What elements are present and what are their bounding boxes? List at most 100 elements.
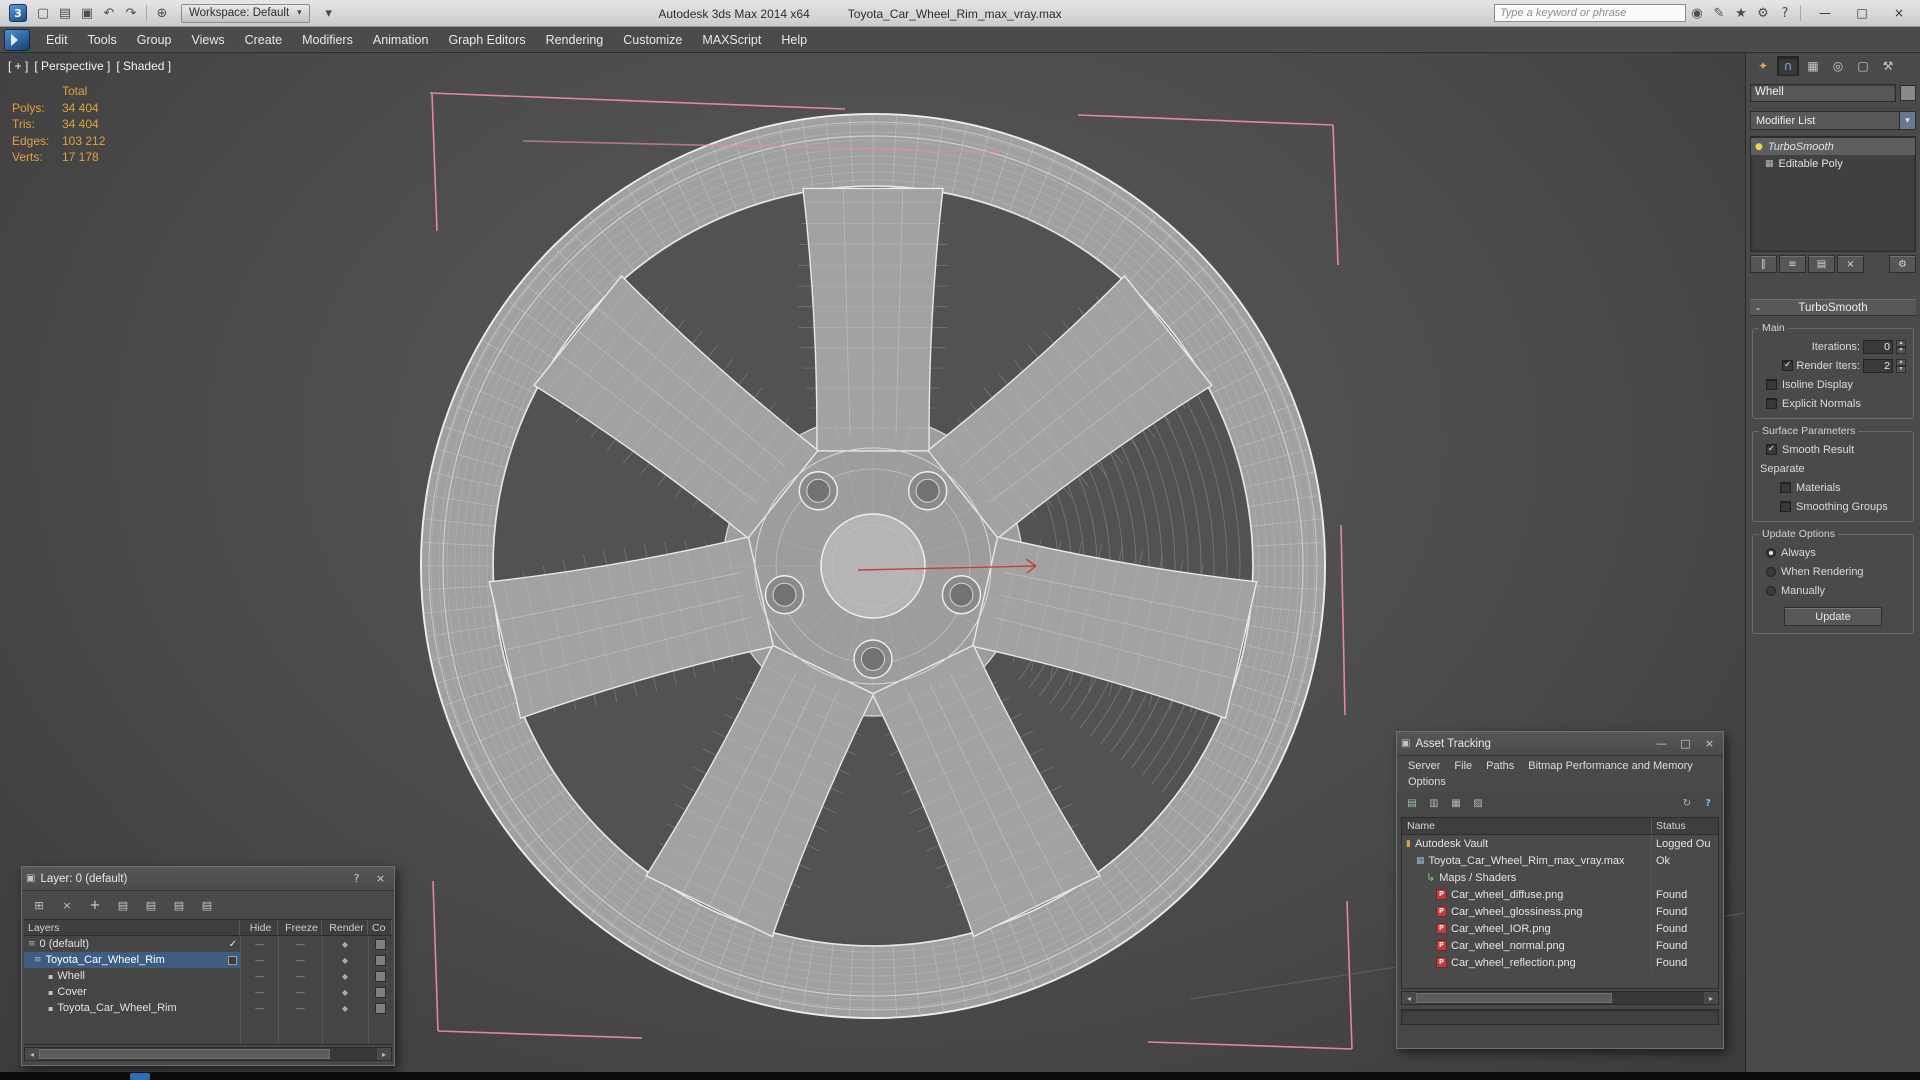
freeze-toggle[interactable]: ----- xyxy=(296,940,305,949)
render-iters-checkbox[interactable]: ✓ xyxy=(1782,360,1794,371)
modifier-editable-poly[interactable]: ▦ Editable Poly xyxy=(1751,155,1915,172)
freeze-toggle[interactable]: ----- xyxy=(296,988,305,997)
favorites-star-icon[interactable]: ★ xyxy=(1731,3,1751,23)
column-render[interactable]: Render xyxy=(322,920,368,935)
scroll-track[interactable] xyxy=(39,1048,377,1060)
freeze-toggle[interactable]: ----- xyxy=(296,956,305,965)
smoothing-groups-checkbox[interactable]: ✓ xyxy=(1780,501,1791,512)
minimize-button[interactable]: — xyxy=(1808,3,1842,24)
menu-options[interactable]: Options xyxy=(1401,774,1453,790)
layer-dialog-titlebar[interactable]: ▣ Layer: 0 (default) ? × xyxy=(22,867,394,891)
save-file-icon[interactable]: ▣ xyxy=(77,3,97,23)
layer-color-chip[interactable] xyxy=(374,954,386,966)
show-end-result-button[interactable]: ≡ xyxy=(1779,255,1806,273)
menu-group[interactable]: Group xyxy=(127,27,182,52)
chevron-down-icon[interactable]: ▾ xyxy=(1899,112,1915,129)
menu-views[interactable]: Views xyxy=(181,27,234,52)
when-rendering-radio[interactable] xyxy=(1766,566,1776,577)
bulb-icon[interactable]: ● xyxy=(1755,142,1763,152)
help-button[interactable]: ? xyxy=(1699,795,1717,811)
asset-row[interactable]: P Car_wheel_normal.png Found xyxy=(1402,937,1718,954)
menu-help[interactable]: Help xyxy=(771,27,817,52)
menu-paths[interactable]: Paths xyxy=(1479,758,1521,774)
always-radio[interactable] xyxy=(1766,547,1776,558)
layer-horizontal-scrollbar[interactable]: ◂ ▸ xyxy=(24,1047,392,1061)
select-current-layer-button[interactable]: ▤ xyxy=(167,895,191,915)
layer-row[interactable]: ≡ 0 (default) ✓ ----- ----- ◆ xyxy=(24,936,392,952)
close-button[interactable]: × xyxy=(1882,3,1916,24)
menu-file[interactable]: File xyxy=(1447,758,1479,774)
render-toggle[interactable]: ◆ xyxy=(342,940,348,949)
viewport-menu-pov[interactable]: [ Perspective ] xyxy=(34,59,110,73)
set-current-layer-button[interactable]: ▤ xyxy=(139,895,163,915)
help-icon[interactable]: ? xyxy=(1775,3,1795,23)
asset-row[interactable]: ▦ Toyota_Car_Wheel_Rim_max_vray.max Ok xyxy=(1402,852,1718,869)
layer-row-selected[interactable]: ≡ Toyota_Car_Wheel_Rim ----- ----- ◆ xyxy=(24,952,392,968)
smooth-result-checkbox[interactable]: ✓ xyxy=(1766,444,1777,455)
view-list-button[interactable]: ▥ xyxy=(1425,795,1443,811)
delete-layer-button[interactable]: × xyxy=(55,895,79,915)
hierarchy-tab[interactable]: ▦ xyxy=(1802,56,1824,76)
refresh-button[interactable]: ↻ xyxy=(1678,795,1696,811)
freeze-toggle[interactable]: ----- xyxy=(296,972,305,981)
select-layer-objects-button[interactable]: ▤ xyxy=(111,895,135,915)
scroll-right-button[interactable]: ▸ xyxy=(1704,992,1718,1004)
view-details-button[interactable]: ▦ xyxy=(1447,795,1465,811)
menu-create[interactable]: Create xyxy=(235,27,293,52)
object-color-chip[interactable] xyxy=(374,986,386,998)
motion-tab[interactable]: ◎ xyxy=(1827,56,1849,76)
freeze-toggle[interactable]: ----- xyxy=(296,1004,305,1013)
viewport-menu-general[interactable]: [ + ] xyxy=(8,59,28,73)
maximize-icon[interactable]: □ xyxy=(1676,735,1695,752)
modifier-turbosmooth[interactable]: ● TurboSmooth xyxy=(1751,138,1915,155)
object-color-chip[interactable] xyxy=(374,970,386,982)
modifier-list-dropdown[interactable]: Modifier List ▾ xyxy=(1750,111,1916,130)
help-icon[interactable]: ? xyxy=(347,870,366,887)
hide-toggle[interactable]: ----- xyxy=(255,1004,264,1013)
hide-unhide-layers-button[interactable]: ▤ xyxy=(195,895,219,915)
wirecolor-swatch[interactable] xyxy=(1900,85,1916,101)
render-iters-spinner[interactable]: ▴ ▾ xyxy=(1896,358,1906,373)
turbosmooth-rollout-header[interactable]: - TurboSmooth xyxy=(1750,299,1916,316)
menu-graph-editors[interactable]: Graph Editors xyxy=(438,27,535,52)
render-toggle[interactable]: ◆ xyxy=(342,988,348,997)
new-file-icon[interactable]: ▢ xyxy=(33,3,53,23)
menu-rendering[interactable]: Rendering xyxy=(536,27,614,52)
asset-row[interactable]: ↳ Maps / Shaders xyxy=(1402,869,1718,886)
menu-edit[interactable]: Edit xyxy=(36,27,78,52)
object-row[interactable]: ▪ Whell ----- ----- ◆ xyxy=(24,968,392,984)
window-titlebar[interactable]: 3 ▢ ▤ ▣ ↶ ↷ ⊕ Workspace: Default ▾ ▾ Aut… xyxy=(0,0,1920,27)
menu-customize[interactable]: Customize xyxy=(613,27,692,52)
create-tab[interactable]: ✦ xyxy=(1752,56,1774,76)
menu-animation[interactable]: Animation xyxy=(363,27,439,52)
render-toggle[interactable]: ◆ xyxy=(342,1004,348,1013)
search-input[interactable] xyxy=(1494,4,1686,22)
hide-toggle[interactable]: ----- xyxy=(255,940,264,949)
object-name-field[interactable]: Whell xyxy=(1750,84,1896,102)
viewport-menu-shading[interactable]: [ Shaded ] xyxy=(116,59,171,73)
scroll-left-button[interactable]: ◂ xyxy=(25,1048,39,1060)
undo-icon[interactable]: ↶ xyxy=(99,3,119,23)
utilities-tab[interactable]: ⚒ xyxy=(1877,56,1899,76)
close-icon[interactable]: × xyxy=(1700,735,1719,752)
menu-server[interactable]: Server xyxy=(1401,758,1447,774)
menu-tools[interactable]: Tools xyxy=(78,27,127,52)
column-freeze[interactable]: Freeze xyxy=(278,920,322,935)
object-color-chip[interactable] xyxy=(374,1002,386,1014)
column-hide[interactable]: Hide xyxy=(240,920,278,935)
materials-checkbox[interactable]: ✓ xyxy=(1780,482,1791,493)
search-icon[interactable]: ◉ xyxy=(1687,3,1707,23)
object-row[interactable]: ▪ Cover ----- ----- ◆ xyxy=(24,984,392,1000)
3dsmax-logo[interactable] xyxy=(4,28,30,51)
pin-stack-button[interactable]: ∥ xyxy=(1750,255,1777,273)
app-icon[interactable]: 3 xyxy=(9,4,27,22)
column-layers[interactable]: Layers xyxy=(24,920,240,935)
minimize-icon[interactable]: — xyxy=(1652,735,1671,752)
scroll-thumb[interactable] xyxy=(39,1049,330,1059)
update-button[interactable]: Update xyxy=(1784,607,1882,626)
open-file-icon[interactable]: ▤ xyxy=(55,3,75,23)
remove-modifier-button[interactable]: × xyxy=(1837,255,1864,273)
iterations-field[interactable]: 0 xyxy=(1863,339,1893,354)
asset-row[interactable]: P Car_wheel_reflection.png Found xyxy=(1402,954,1718,971)
object-row[interactable]: ▪ Toyota_Car_Wheel_Rim ----- ----- ◆ xyxy=(24,1000,392,1016)
